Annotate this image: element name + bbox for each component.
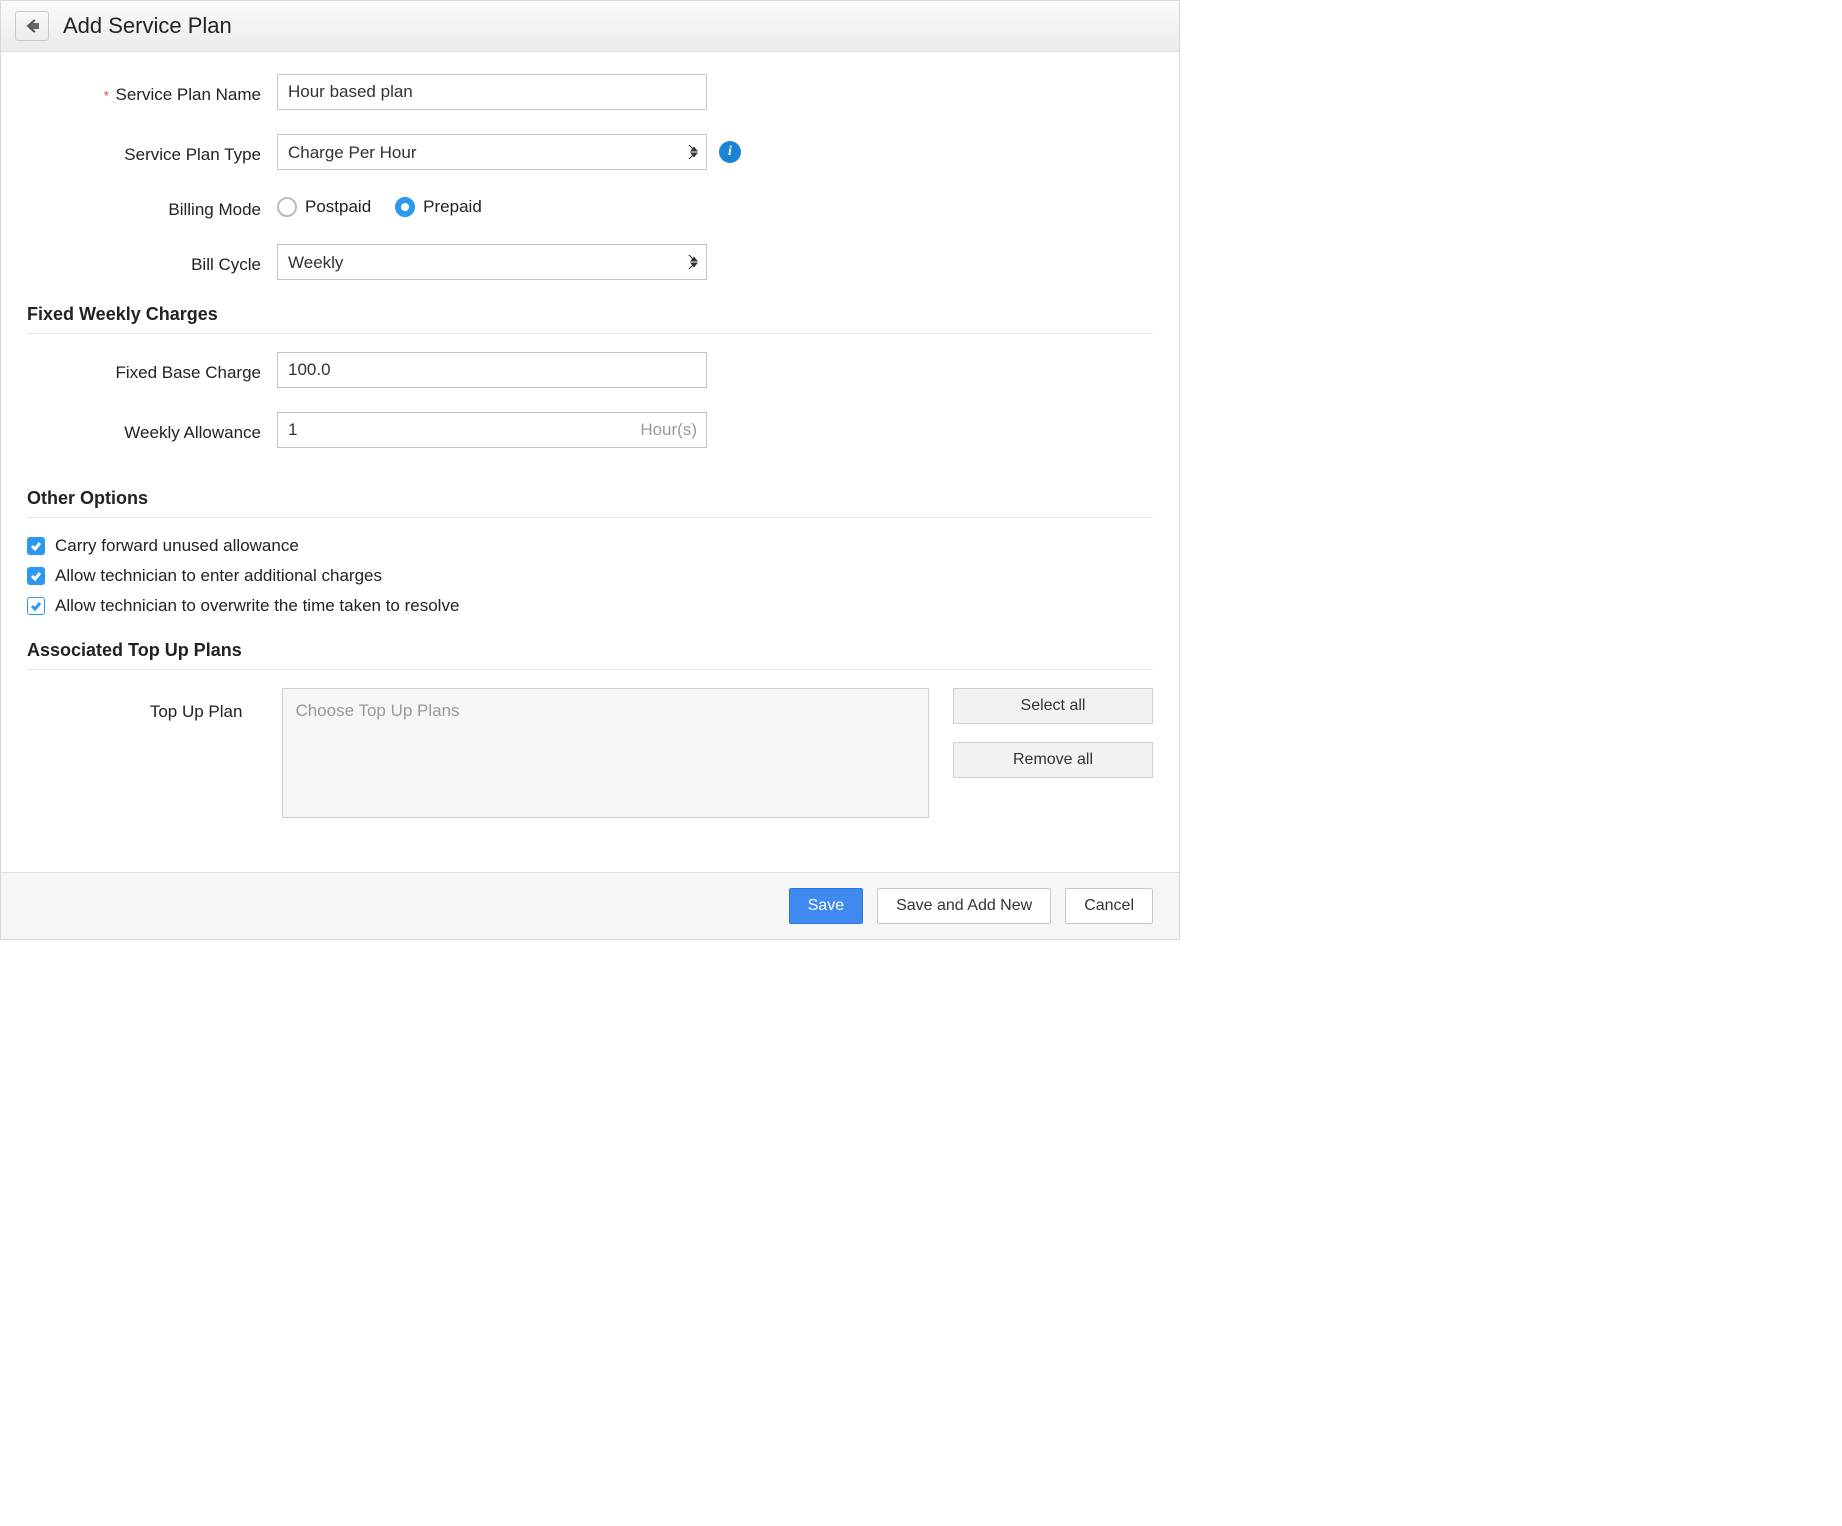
save-button[interactable]: Save — [789, 888, 863, 924]
service-plan-type-select-el[interactable]: Charge Per Hour — [277, 134, 707, 170]
weekly-allowance-input[interactable] — [277, 412, 707, 448]
titlebar: Add Service Plan — [1, 1, 1179, 52]
billing-mode-radio-group: Postpaid Prepaid — [277, 197, 482, 217]
opt-additional-charges[interactable]: Allow technician to enter additional cha… — [27, 566, 1153, 586]
other-options-list: Carry forward unused allowance Allow tec… — [27, 536, 1153, 616]
field-label-name: * Service Plan Name — [27, 79, 277, 105]
radio-icon — [395, 197, 415, 217]
field-label-weekly-allowance: Weekly Allowance — [27, 417, 277, 443]
page-title: Add Service Plan — [63, 13, 232, 39]
add-service-plan-window: Add Service Plan * Service Plan Name Ser… — [0, 0, 1180, 940]
required-mark: * — [104, 88, 109, 103]
service-plan-name-input[interactable] — [277, 74, 707, 110]
label-text: Service Plan Name — [115, 85, 261, 104]
billing-mode-postpaid[interactable]: Postpaid — [277, 197, 371, 217]
opt-carry-forward[interactable]: Carry forward unused allowance — [27, 536, 1153, 556]
field-label-type: Service Plan Type — [27, 139, 277, 165]
radio-label: Postpaid — [305, 197, 371, 217]
info-icon[interactable]: i — [719, 141, 741, 163]
field-label-billing-mode: Billing Mode — [27, 194, 277, 220]
placeholder-text: Choose Top Up Plans — [295, 701, 459, 720]
radio-label: Prepaid — [423, 197, 482, 217]
section-fixed-charges: Fixed Weekly Charges — [27, 304, 1153, 334]
billing-mode-prepaid[interactable]: Prepaid — [395, 197, 482, 217]
remove-all-button[interactable]: Remove all — [953, 742, 1153, 778]
section-other-options: Other Options — [27, 488, 1153, 518]
bill-cycle-select-el[interactable]: Weekly — [277, 244, 707, 280]
select-all-button[interactable]: Select all — [953, 688, 1153, 724]
bill-cycle-select[interactable]: Weekly — [277, 244, 707, 280]
checkbox-icon[interactable] — [27, 537, 45, 555]
save-and-add-new-button[interactable]: Save and Add New — [877, 888, 1051, 924]
footer: Save Save and Add New Cancel — [1, 872, 1179, 939]
form-area: * Service Plan Name Service Plan Type Ch… — [1, 52, 1179, 848]
fixed-base-charge-input[interactable] — [277, 352, 707, 388]
back-button[interactable] — [15, 11, 49, 41]
field-label-topup: Top Up Plan — [27, 688, 258, 722]
radio-icon — [277, 197, 297, 217]
topup-plan-picker[interactable]: Choose Top Up Plans — [282, 688, 929, 818]
service-plan-type-select[interactable]: Charge Per Hour — [277, 134, 707, 170]
checkbox-label: Allow technician to enter additional cha… — [55, 566, 382, 586]
checkbox-icon[interactable] — [27, 597, 45, 615]
arrow-left-icon — [24, 18, 40, 34]
field-label-bill-cycle: Bill Cycle — [27, 249, 277, 275]
section-topup: Associated Top Up Plans — [27, 640, 1153, 670]
cancel-button[interactable]: Cancel — [1065, 888, 1153, 924]
checkbox-label: Allow technician to overwrite the time t… — [55, 596, 459, 616]
checkbox-icon[interactable] — [27, 567, 45, 585]
checkbox-label: Carry forward unused allowance — [55, 536, 299, 556]
field-label-base-charge: Fixed Base Charge — [27, 357, 277, 383]
opt-overwrite-time[interactable]: Allow technician to overwrite the time t… — [27, 596, 1153, 616]
